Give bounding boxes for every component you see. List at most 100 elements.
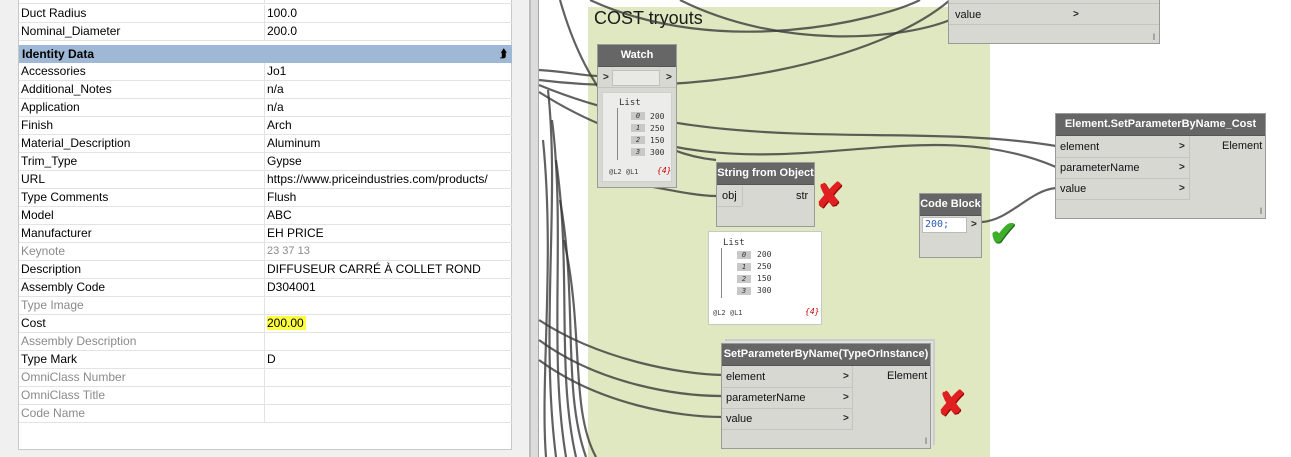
property-row[interactable]: Application n/a — [19, 99, 512, 117]
set-parameter-type-or-instance-node[interactable]: SetParameterByName(TypeOrInstance) eleme… — [721, 343, 931, 449]
property-name: Nominal_Diameter — [21, 24, 121, 38]
property-row[interactable]: URL https://www.priceindustries.com/produ… — [19, 171, 512, 189]
watch-output-arrow-icon[interactable]: > — [666, 72, 672, 83]
input-port-value[interactable]: value > — [722, 408, 852, 430]
node-title: Watch — [598, 45, 676, 67]
property-name: Accessories — [21, 64, 86, 78]
watch-input-arrow-icon[interactable]: > — [603, 72, 609, 83]
property-value[interactable]: D — [267, 351, 510, 368]
property-row[interactable] — [19, 0, 512, 4]
port-arrow-icon[interactable]: > — [843, 371, 849, 382]
property-row[interactable]: Accessories Jo1 — [19, 63, 512, 81]
property-row[interactable]: Manufacturer EH PRICE — [19, 225, 512, 243]
property-value[interactable]: https://www.priceindustries.com/products… — [267, 171, 510, 188]
property-value[interactable]: 200.0 — [267, 23, 510, 40]
list-bracket — [617, 108, 618, 160]
property-value[interactable]: 100.0 — [267, 5, 510, 22]
output-arrow-icon[interactable]: > — [971, 219, 977, 230]
group-header-identity-data[interactable]: Identity Data ⮭ — [19, 45, 512, 63]
input-port-element[interactable]: element > — [722, 366, 852, 388]
group-title[interactable]: COST tryouts — [594, 8, 703, 29]
string-from-object-node[interactable]: String from Object obj str — [716, 162, 815, 227]
property-value[interactable]: n/a — [267, 81, 510, 98]
property-row[interactable]: Assembly Description — [19, 333, 512, 351]
property-row[interactable]: OmniClass Title — [19, 387, 512, 405]
properties-grid: Duct Radius 100.0 Nominal_Diameter 200.0… — [18, 0, 512, 450]
property-row[interactable]: Assembly Code D304001 — [19, 279, 512, 297]
highlighted-value[interactable]: 200.00 — [267, 316, 306, 330]
port-arrow-icon[interactable]: > — [1179, 183, 1185, 194]
property-value[interactable]: 200.00 — [267, 315, 510, 332]
port-arrow-icon[interactable]: > — [1179, 162, 1185, 173]
property-row[interactable]: Trim_Type Gypse — [19, 153, 512, 171]
property-value[interactable]: DIFFUSEUR CARRÉ À COLLET ROND — [267, 261, 510, 278]
property-row[interactable]: Code Name — [19, 405, 512, 423]
property-value[interactable]: Gypse — [267, 153, 510, 170]
port-label: value — [1060, 183, 1087, 195]
property-row[interactable]: Finish Arch — [19, 117, 512, 135]
output-port-str[interactable]: str — [796, 190, 808, 202]
property-row[interactable]: Type Mark D — [19, 351, 512, 369]
property-row[interactable]: Description DIFFUSEUR CARRÉ À COLLET ROND — [19, 261, 512, 279]
property-name: Finish — [21, 118, 54, 132]
list-value: 150 — [757, 274, 772, 283]
property-row-duct-radius[interactable]: Duct Radius 100.0 — [19, 5, 512, 23]
property-value[interactable]: Flush — [267, 189, 510, 206]
property-name: Application — [21, 100, 80, 114]
output-port-element[interactable]: Element — [1222, 140, 1262, 152]
output-port-element[interactable]: Element — [887, 370, 927, 382]
properties-scrollbar[interactable] — [514, 0, 528, 457]
property-value[interactable]: Jo1 — [267, 63, 510, 80]
port-arrow-icon[interactable]: > — [843, 392, 849, 403]
property-row-nominal-diameter[interactable]: Nominal_Diameter 200.0 — [19, 23, 512, 41]
property-name: OmniClass Title — [21, 388, 106, 402]
property-value[interactable]: 23 37 13 — [267, 243, 510, 260]
code-editor[interactable]: 200; — [922, 217, 967, 233]
list-count: {4} — [805, 307, 820, 316]
input-port-obj[interactable]: obj — [722, 190, 737, 202]
input-port-row[interactable]: value > — [949, 3, 1159, 25]
input-port-element[interactable]: element > — [1056, 136, 1189, 158]
node-title: Element.SetParameterByName_Cost — [1056, 114, 1265, 136]
lacing-icon: l — [1153, 32, 1155, 42]
property-name: Duct Radius — [21, 6, 87, 20]
property-value[interactable]: Arch — [267, 117, 510, 134]
list-value: 200 — [650, 112, 665, 121]
property-value[interactable]: n/a — [267, 99, 510, 116]
watch-preview: List 0 200 1 250 2 150 3 300 @L2 @L1 {4} — [602, 92, 672, 182]
list-levels: @L2 @L1 — [609, 168, 639, 176]
collapse-chevron-icon[interactable]: ⮭ — [500, 45, 507, 63]
panel-splitter[interactable] — [530, 0, 539, 457]
node-partial-top[interactable]: value > l — [948, 0, 1160, 44]
property-name: Material_Description — [21, 136, 131, 150]
property-value[interactable]: ABC — [267, 207, 510, 224]
property-value[interactable]: D304001 — [267, 279, 510, 296]
port-arrow-icon[interactable]: > — [1179, 141, 1185, 152]
property-name: Cost — [21, 316, 46, 330]
property-row[interactable]: Type Image — [19, 297, 512, 315]
property-row[interactable]: Type Comments Flush — [19, 189, 512, 207]
error-cross-icon: ✘ — [937, 385, 966, 423]
input-port-parametername[interactable]: parameterName > — [722, 387, 852, 409]
port-label: parameterName — [726, 392, 806, 404]
port-label: parameterName — [1060, 162, 1140, 174]
property-row[interactable]: Material_Description Aluminum — [19, 135, 512, 153]
property-value[interactable]: Aluminum — [267, 135, 510, 152]
code-block-node[interactable]: Code Block 200; > — [919, 193, 982, 258]
port-label: value — [955, 9, 982, 21]
property-row[interactable]: Cost 200.00 — [19, 315, 512, 333]
property-name: OmniClass Number — [21, 370, 126, 384]
input-port-parametername[interactable]: parameterName > — [1056, 157, 1189, 179]
set-parameter-cost-node[interactable]: Element.SetParameterByName_Cost element >… — [1055, 113, 1266, 219]
property-row[interactable]: Keynote 23 37 13 — [19, 243, 512, 261]
property-row[interactable]: Model ABC — [19, 207, 512, 225]
property-row[interactable]: OmniClass Number — [19, 369, 512, 387]
port-label: element — [726, 371, 766, 383]
port-arrow-icon[interactable]: > — [843, 413, 849, 424]
node-title: String from Object — [717, 163, 814, 185]
property-value[interactable]: EH PRICE — [267, 225, 510, 242]
port-arrow-icon[interactable]: > — [1073, 9, 1079, 20]
input-port-value[interactable]: value > — [1056, 178, 1189, 200]
watch-node[interactable]: Watch > > List 0 200 1 250 2 150 3 300 @L2 @… — [597, 44, 677, 188]
property-row[interactable]: Additional_Notes n/a — [19, 81, 512, 99]
